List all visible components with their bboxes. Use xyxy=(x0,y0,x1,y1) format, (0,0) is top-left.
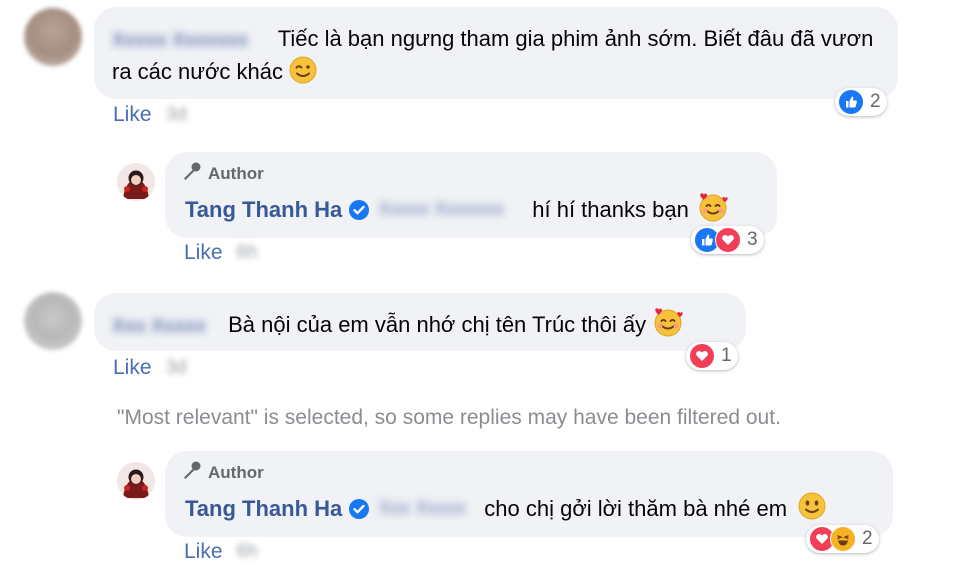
like-button[interactable]: Like xyxy=(113,356,152,380)
comment-timestamp[interactable]: 3d xyxy=(166,357,187,379)
reply-text: hí hí thanks bạn xyxy=(532,197,689,222)
reply-text: cho chị gởi lời thăm bà nhé em xyxy=(484,496,788,521)
commenter-name[interactable]: Xxx Xxxxx xyxy=(112,311,222,342)
filter-notice: "Most relevant" is selected, so some rep… xyxy=(117,406,781,429)
comment-actions: Like 3d xyxy=(113,356,187,380)
love-reaction-icon xyxy=(689,343,715,369)
verified-badge-icon xyxy=(348,199,370,221)
author-avatar[interactable] xyxy=(117,462,155,500)
commenter-name[interactable]: Xxxxx Xxxxxxx xyxy=(112,25,272,56)
reaction-summary[interactable]: 3 xyxy=(691,226,764,254)
reply-timestamp[interactable]: 6h xyxy=(237,541,258,563)
commenter-avatar[interactable] xyxy=(24,8,82,66)
reply-author-name[interactable]: Tang Thanh Ha xyxy=(185,496,342,522)
reply-bubble: Author Tang Thanh Ha Xxx Xxxxx cho chị g… xyxy=(165,451,893,537)
verified-badge-icon xyxy=(348,498,370,520)
like-reaction-icon xyxy=(838,89,864,115)
reaction-summary[interactable]: 2 xyxy=(835,88,887,116)
reaction-summary[interactable]: 2 xyxy=(806,525,879,553)
reply-actions: Like 6h xyxy=(184,241,258,265)
reply-author-name[interactable]: Tang Thanh Ha xyxy=(185,197,342,223)
comment-bubble: Xxx Xxxxx Bà nội của em vẫn nhớ chị tên … xyxy=(94,293,746,351)
smiling-face-with-hearts-icon xyxy=(697,192,729,227)
like-button[interactable]: Like xyxy=(113,103,152,127)
reaction-count: 3 xyxy=(747,229,758,250)
commenter-avatar[interactable] xyxy=(24,292,82,350)
author-avatar[interactable] xyxy=(117,163,155,201)
reply-actions: Like 6h xyxy=(184,540,258,564)
comment-timestamp[interactable]: 3d xyxy=(166,104,187,126)
reaction-count: 2 xyxy=(862,528,873,549)
comment-text: Bà nội của em vẫn nhớ chị tên Trúc thôi … xyxy=(228,312,647,337)
reply-timestamp[interactable]: 6h xyxy=(237,242,258,264)
author-label: Author xyxy=(208,163,264,183)
comment-bubble: Xxxxx Xxxxxxx Tiếc là bạn ngưng tham gia… xyxy=(94,7,898,99)
mentioned-user[interactable]: Xxx Xxxxx xyxy=(378,498,478,520)
author-badge: Author xyxy=(181,460,264,485)
wink-emoji-icon xyxy=(289,56,317,92)
haha-reaction-icon xyxy=(830,526,856,552)
reaction-count: 1 xyxy=(721,345,732,366)
reply-bubble: Author Tang Thanh Ha Xxxxx Xxxxxxx hí hí… xyxy=(165,152,777,238)
microphone-icon xyxy=(181,161,203,186)
slightly-smiling-face-icon xyxy=(797,491,827,526)
mentioned-user[interactable]: Xxxxx Xxxxxxx xyxy=(378,199,526,221)
smiling-face-with-hearts-icon xyxy=(652,307,684,345)
comment-actions: Like 3d xyxy=(113,103,187,127)
love-reaction-icon xyxy=(715,227,741,253)
like-button[interactable]: Like xyxy=(184,540,223,564)
like-button[interactable]: Like xyxy=(184,241,223,265)
author-label: Author xyxy=(208,462,264,482)
reaction-count: 2 xyxy=(870,91,881,112)
reaction-summary[interactable]: 1 xyxy=(686,342,738,370)
microphone-icon xyxy=(181,460,203,485)
author-badge: Author xyxy=(181,161,264,186)
